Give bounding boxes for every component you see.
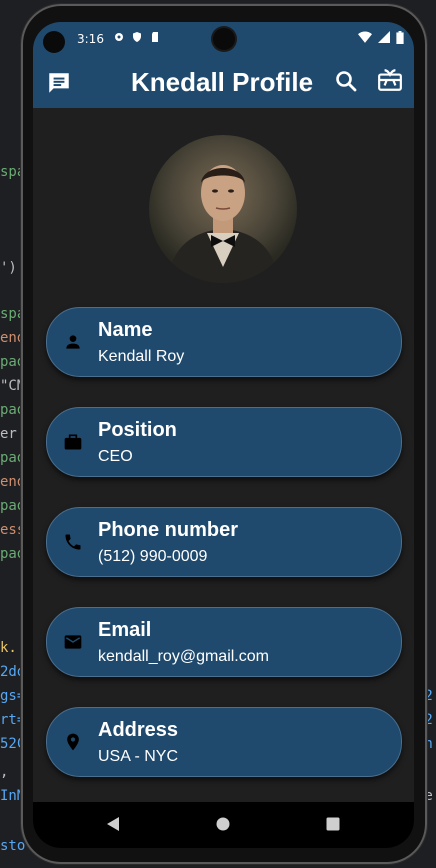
status-bar: 3:16 bbox=[33, 22, 414, 56]
card-giftcard-icon[interactable] bbox=[377, 67, 403, 93]
email-card[interactable]: Email kendall_roy@gmail.com bbox=[46, 607, 402, 677]
wifi-icon bbox=[358, 31, 372, 43]
shield-icon bbox=[133, 32, 141, 42]
position-card[interactable]: Position CEO bbox=[46, 407, 402, 477]
phone-label: Phone number bbox=[98, 519, 239, 541]
name-card[interactable]: Name Kendall Roy bbox=[46, 307, 402, 377]
profile-avatar bbox=[149, 135, 297, 283]
phone-icon bbox=[65, 534, 81, 550]
name-value: Kendall Roy bbox=[98, 348, 185, 365]
navigation-bar bbox=[33, 802, 414, 848]
address-value: USA - NYC bbox=[98, 748, 179, 765]
email-label: Email bbox=[98, 619, 152, 641]
briefcase-icon bbox=[64, 434, 82, 450]
position-value: CEO bbox=[98, 448, 133, 465]
phone-value: (512) 990-0009 bbox=[98, 548, 208, 565]
app-title: Knedall Profile bbox=[131, 67, 314, 97]
camera-icon bbox=[43, 31, 65, 53]
profile-photo bbox=[167, 165, 279, 283]
back-icon[interactable] bbox=[105, 816, 121, 832]
status-time: 3:16 bbox=[77, 32, 104, 46]
sd-card-icon bbox=[152, 32, 158, 42]
front-camera bbox=[213, 28, 235, 50]
phone-card[interactable]: Phone number (512) 990-0009 bbox=[46, 507, 402, 577]
recents-icon[interactable] bbox=[325, 816, 341, 832]
settings-icon bbox=[115, 33, 123, 41]
mail-icon bbox=[64, 635, 82, 649]
address-card[interactable]: Address USA - NYC bbox=[46, 707, 402, 777]
home-icon[interactable] bbox=[215, 816, 231, 832]
email-value: kendall_roy@gmail.com bbox=[98, 648, 269, 665]
address-label: Address bbox=[98, 719, 179, 741]
signal-icon bbox=[378, 31, 390, 43]
location-pin-icon bbox=[67, 733, 79, 751]
person-icon bbox=[66, 335, 80, 349]
battery-icon bbox=[396, 31, 404, 44]
app-bar: Knedall Profile bbox=[33, 56, 414, 108]
search-icon[interactable] bbox=[334, 69, 358, 93]
position-label: Position bbox=[98, 419, 177, 441]
phone-screen: 3:16 Knedall Profile Name Kendall Roy Po… bbox=[33, 22, 414, 848]
chat-icon[interactable] bbox=[46, 70, 72, 96]
name-label: Name bbox=[98, 319, 153, 341]
